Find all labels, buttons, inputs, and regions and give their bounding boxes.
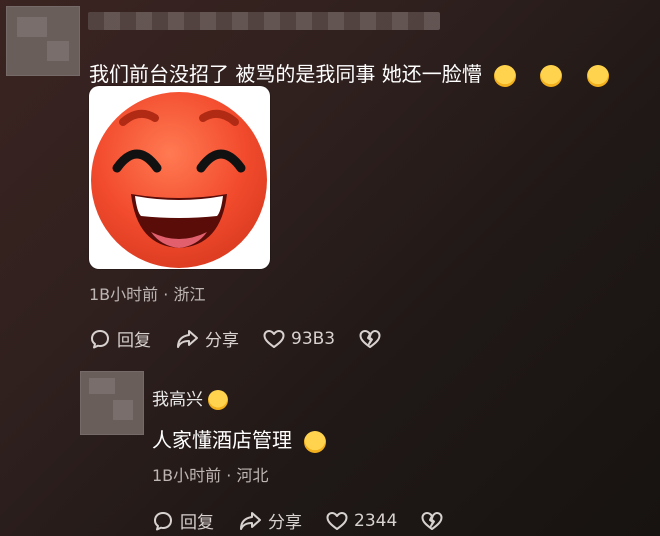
star-eyes-emoji xyxy=(208,390,229,410)
reply-meta: 1B小时前 · 河北 xyxy=(152,462,268,486)
reply-avatar[interactable] xyxy=(80,371,144,435)
dislike-button[interactable] xyxy=(359,329,381,349)
meta-separator: · xyxy=(226,466,237,485)
share-label: 分享 xyxy=(268,513,302,533)
like-count: 2344 xyxy=(354,510,398,531)
reply-actions: 回复 分享 2344 xyxy=(152,508,443,533)
reply-reply-button[interactable]: 回复 xyxy=(152,508,214,533)
laughing-face-sticker[interactable] xyxy=(89,86,270,269)
reply-text-row: 人家懂酒店管理 xyxy=(152,424,327,453)
reply-time: 1B小时前 xyxy=(152,466,222,485)
comment-actions: 回复 分享 93B3 xyxy=(89,326,381,351)
reply-share-button[interactable]: 分享 xyxy=(238,508,302,533)
comment-location: 浙江 xyxy=(173,285,206,304)
rolling-laugh-emoji xyxy=(304,430,327,453)
reply-location: 河北 xyxy=(236,466,269,485)
meta-separator: · xyxy=(163,285,174,304)
broken-heart-icon xyxy=(421,511,443,531)
avatar[interactable] xyxy=(6,6,80,76)
sunglasses-cry-emoji xyxy=(540,64,563,87)
reply-like-button[interactable]: 2344 xyxy=(326,511,397,531)
comment-time: 1B小时前 xyxy=(89,285,159,304)
reply-label: 回复 xyxy=(117,331,151,351)
comment-body: 我们前台没招了 被骂的是我同事 她还一脸懵 xyxy=(89,62,482,86)
comment-meta: 1B小时前 · 浙江 xyxy=(89,281,205,305)
like-button[interactable]: 93B3 xyxy=(263,329,335,349)
reply-icon xyxy=(89,328,111,350)
reply-dislike-button[interactable] xyxy=(421,511,443,531)
comment-text: 我们前台没招了 被骂的是我同事 她还一脸懵 xyxy=(89,58,609,87)
reply-username[interactable]: 我高兴 xyxy=(152,390,203,410)
sunglasses-cry-emoji xyxy=(494,64,517,87)
share-icon xyxy=(175,328,199,350)
username-blurred[interactable] xyxy=(88,12,440,30)
broken-heart-icon xyxy=(359,329,381,349)
share-icon xyxy=(238,510,262,532)
like-count: 93B3 xyxy=(291,328,336,349)
share-button[interactable]: 分享 xyxy=(175,326,239,351)
sunglasses-emoji xyxy=(586,64,609,87)
reply-username-row: 我高兴 xyxy=(152,385,229,410)
heart-icon xyxy=(263,329,285,349)
share-label: 分享 xyxy=(205,331,239,351)
laughing-face-icon xyxy=(91,92,267,268)
reply-label: 回复 xyxy=(180,513,214,533)
reply-button[interactable]: 回复 xyxy=(89,326,151,351)
heart-icon xyxy=(326,511,348,531)
reply-text: 人家懂酒店管理 xyxy=(152,428,292,452)
reply-icon xyxy=(152,510,174,532)
